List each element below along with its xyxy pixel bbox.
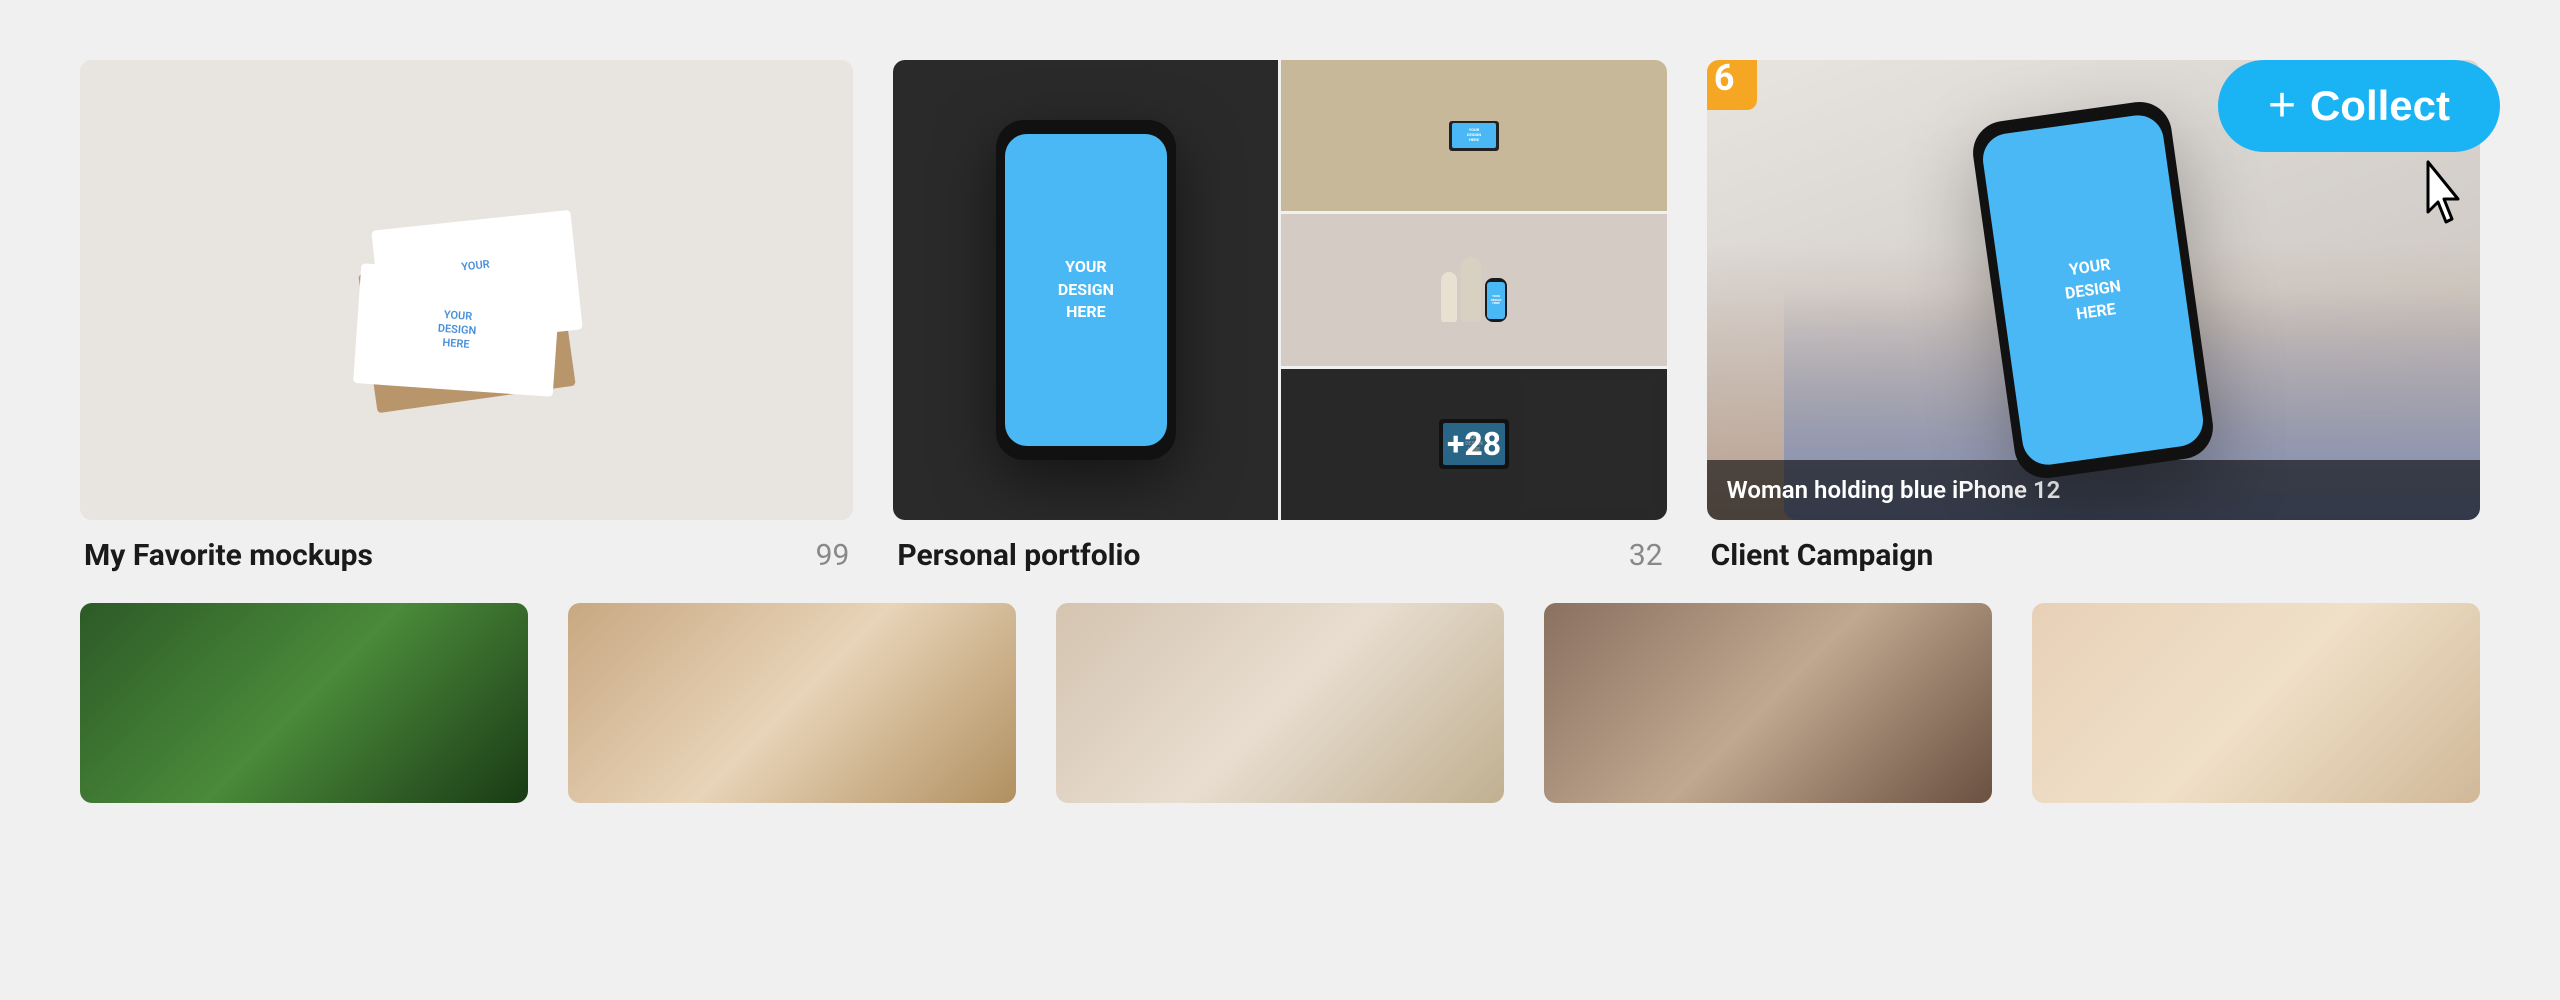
plus-icon: +	[2268, 82, 2296, 130]
campaign-ydh-text: YOURDESIGNHERE	[2061, 253, 2126, 327]
collection-footer-portfolio: Personal portfolio 32	[893, 538, 1666, 573]
row2-room[interactable]	[1056, 603, 1504, 803]
business-card-scene: YOURDESIGNHERE YOURDESIGNHERE	[80, 60, 853, 520]
row2-woman1[interactable]	[1544, 603, 1992, 803]
portfolio-phone: YOURDESIGNHERE	[996, 120, 1176, 460]
portfolio-cell-desk: YOURDESIGNHERE	[1281, 60, 1666, 211]
portfolio-cell-bottles: YOURDESIGNHERE	[1281, 214, 1666, 365]
collection-card-portfolio[interactable]: YOURDESIGNHERE YOURDESIGNHERE	[893, 60, 1666, 573]
row2-woman2[interactable]	[2032, 603, 2480, 803]
collection-footer-campaign: Client Campaign	[1707, 538, 2480, 573]
collection-name-campaign: Client Campaign	[1711, 538, 1934, 573]
collection-name-favorites: My Favorite mockups	[84, 538, 373, 573]
portfolio-cell-laptop: YOURDESIGNHERE +28	[1281, 369, 1666, 520]
collection-footer-favorites: My Favorite mockups 99	[80, 538, 853, 573]
collections-row: YOURDESIGNHERE YOURDESIGNHERE My Favorit…	[80, 60, 2480, 573]
collect-button[interactable]: + Collect	[2218, 60, 2500, 152]
portfolio-phone-screen: YOURDESIGNHERE	[1005, 134, 1167, 446]
collections-row-2	[80, 603, 2480, 803]
bc-stack: YOURDESIGNHERE YOURDESIGNHERE	[357, 160, 577, 420]
bc-card-2: YOURDESIGNHERE	[353, 263, 561, 397]
portfolio-ydh-text: YOURDESIGNHERE	[1058, 256, 1114, 323]
favorites-main-image: YOURDESIGNHERE YOURDESIGNHERE	[80, 60, 853, 520]
portfolio-main: YOURDESIGNHERE	[893, 60, 1278, 520]
collection-count-portfolio: 32	[1629, 538, 1663, 573]
bc-text-2: YOURDESIGNHERE	[436, 307, 477, 352]
portfolio-count-overlay: +28	[1281, 369, 1666, 520]
page-container: + Collect YOURDESIGNHERE YOU	[0, 0, 2560, 1000]
row2-green[interactable]	[80, 603, 528, 803]
collection-images-portfolio: YOURDESIGNHERE YOURDESIGNHERE	[893, 60, 1666, 520]
collect-label: Collect	[2310, 82, 2450, 130]
row2-watch[interactable]	[568, 603, 1016, 803]
campaign-phone-screen: YOURDESIGNHERE	[1980, 112, 2207, 468]
collection-images-favorites: YOURDESIGNHERE YOURDESIGNHERE	[80, 60, 853, 520]
collection-count-favorites: 99	[816, 538, 850, 573]
portfolio-right-grid: YOURDESIGNHERE YOURDESIGNHERE	[1281, 60, 1666, 520]
campaign-badge: 6	[1707, 60, 1757, 110]
collection-card-favorites[interactable]: YOURDESIGNHERE YOURDESIGNHERE My Favorit…	[80, 60, 853, 573]
collection-name-portfolio: Personal portfolio	[897, 538, 1140, 573]
